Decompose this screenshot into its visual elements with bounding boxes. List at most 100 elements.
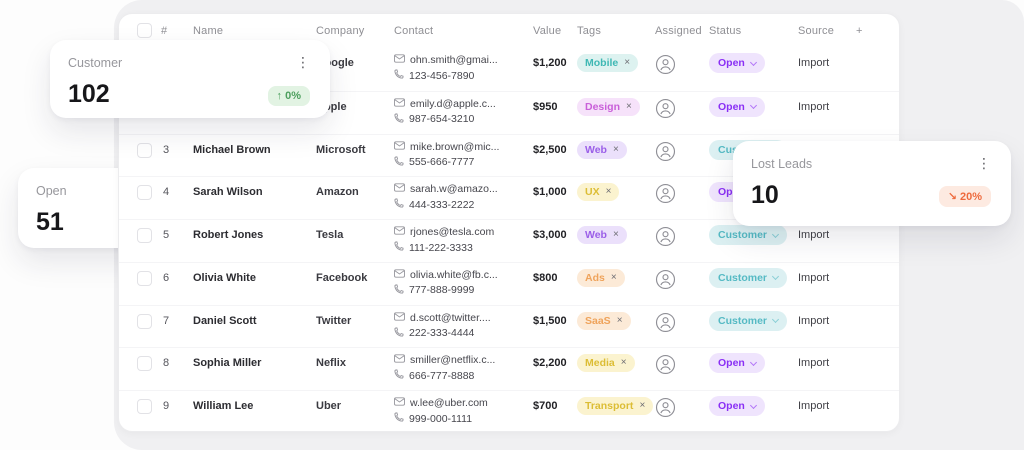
phone-text: 555-666-7777 [409,156,474,168]
select-all-checkbox[interactable] [137,23,152,38]
phone-text: 444-333-2222 [409,199,474,211]
tag-chip[interactable]: Web × [577,226,627,244]
remove-tag-icon[interactable]: × [613,144,619,156]
remove-tag-icon[interactable]: × [606,186,612,198]
assignee-avatar-icon[interactable] [655,397,676,418]
row-number: 9 [163,400,169,412]
phone-text: 111-222-3333 [409,242,473,254]
contact-cell: olivia.white@fb.c... 777-888-9999 [394,269,498,297]
tag-chip[interactable]: Design × [577,98,640,116]
chevron-down-icon [772,273,779,280]
stat-label: Open [36,184,67,198]
email-text: ohn.smith@gmai... [410,54,498,66]
tag-chip[interactable]: Web × [577,141,627,159]
email-icon [394,141,405,153]
contact-cell: mike.brown@mic... 555-666-7777 [394,141,499,169]
status-chip[interactable]: Open [709,53,765,73]
assignee-avatar-icon[interactable] [655,354,676,375]
remove-tag-icon[interactable]: × [611,272,617,284]
tag-chip[interactable]: Transport × [577,397,653,415]
col-header-company[interactable]: Company [316,25,364,37]
col-header-tags[interactable]: Tags [577,25,601,37]
contact-name: William Lee [193,400,311,412]
tag-chip[interactable]: SaaS × [577,312,631,330]
contact-cell: d.scott@twitter.... 222-333-4444 [394,312,491,340]
col-header-num[interactable]: # [161,25,167,37]
source-cell: Import [798,229,829,241]
assignee-avatar-icon[interactable] [655,54,676,75]
remove-tag-icon[interactable]: × [624,57,630,69]
contact-name: Daniel Scott [193,315,311,327]
tag-chip[interactable]: Ads × [577,269,625,287]
contact-name: Sophia Miller [193,357,311,369]
status-chip[interactable]: Open [709,97,765,117]
kebab-menu-icon[interactable]: ⋮ [296,56,310,68]
email-icon [394,183,405,195]
col-header-source[interactable]: Source [798,25,834,37]
status-chip[interactable]: Customer [709,225,787,245]
assignee-avatar-icon[interactable] [655,312,676,333]
deal-value: $2,500 [533,144,567,156]
assignee-avatar-icon[interactable] [655,141,676,162]
tag-label: Design [585,101,620,113]
deal-value: $700 [533,400,557,412]
tag-label: SaaS [585,315,611,327]
phone-text: 222-333-4444 [409,327,474,339]
add-column-button[interactable]: + [856,25,863,37]
stat-value: 51 [36,210,64,234]
table-row: 9 William Lee Uber w.lee@uber.com 999-00… [119,390,899,432]
contact-name: Robert Jones [193,229,311,241]
col-header-name[interactable]: Name [193,25,223,37]
deal-value: $1,500 [533,315,567,327]
chevron-down-icon [750,359,757,366]
tag-chip[interactable]: Mobile × [577,54,638,72]
deal-value: $1,200 [533,57,567,69]
status-chip[interactable]: Open [709,396,765,416]
assignee-avatar-icon[interactable] [655,269,676,290]
col-header-status[interactable]: Status [709,25,741,37]
row-checkbox[interactable] [137,185,152,200]
tag-label: Transport [585,400,633,412]
stat-card-lost-leads: Lost Leads ⋮ 10 ↘ 20% [733,141,1011,226]
col-header-contact[interactable]: Contact [394,25,433,37]
remove-tag-icon[interactable]: × [617,315,623,327]
contact-name: Michael Brown [193,144,311,156]
row-number: 7 [163,315,169,327]
email-text: olivia.white@fb.c... [410,269,498,281]
row-checkbox[interactable] [137,143,152,158]
email-icon [394,98,405,110]
row-checkbox[interactable] [137,399,152,414]
kebab-menu-icon[interactable]: ⋮ [977,157,991,169]
table-row: 7 Daniel Scott Twitter d.scott@twitter..… [119,305,899,348]
assignee-avatar-icon[interactable] [655,226,676,247]
assignee-avatar-icon[interactable] [655,183,676,204]
tag-label: Ads [585,272,605,284]
email-icon [394,312,405,324]
assignee-avatar-icon[interactable] [655,98,676,119]
status-chip[interactable]: Customer [709,311,787,331]
phone-icon [394,369,404,382]
row-checkbox[interactable] [137,228,152,243]
row-checkbox[interactable] [137,271,152,286]
row-checkbox[interactable] [137,356,152,371]
trend-down-badge: ↘ 20% [939,186,991,207]
company-name: Uber [316,400,390,412]
remove-tag-icon[interactable]: × [626,101,632,113]
email-text: sarah.w@amazo... [410,183,498,195]
col-header-value[interactable]: Value [533,25,561,37]
phone-text: 777-888-9999 [409,284,474,296]
source-cell: Import [798,57,829,69]
table-row: 8 Sophia Miller Neflix smiller@netflix.c… [119,347,899,390]
status-chip[interactable]: Open [709,353,765,373]
tag-chip[interactable]: UX × [577,183,619,201]
status-chip[interactable]: Customer [709,268,787,288]
contact-cell: rjones@tesla.com 111-222-3333 [394,226,494,254]
col-header-assigned[interactable]: Assigned [655,25,702,37]
remove-tag-icon[interactable]: × [613,229,619,241]
row-checkbox[interactable] [137,314,152,329]
tag-chip[interactable]: Media × [577,354,635,372]
remove-tag-icon[interactable]: × [621,357,627,369]
remove-tag-icon[interactable]: × [639,400,645,412]
tag-label: Media [585,357,615,369]
chevron-down-icon [750,58,757,65]
